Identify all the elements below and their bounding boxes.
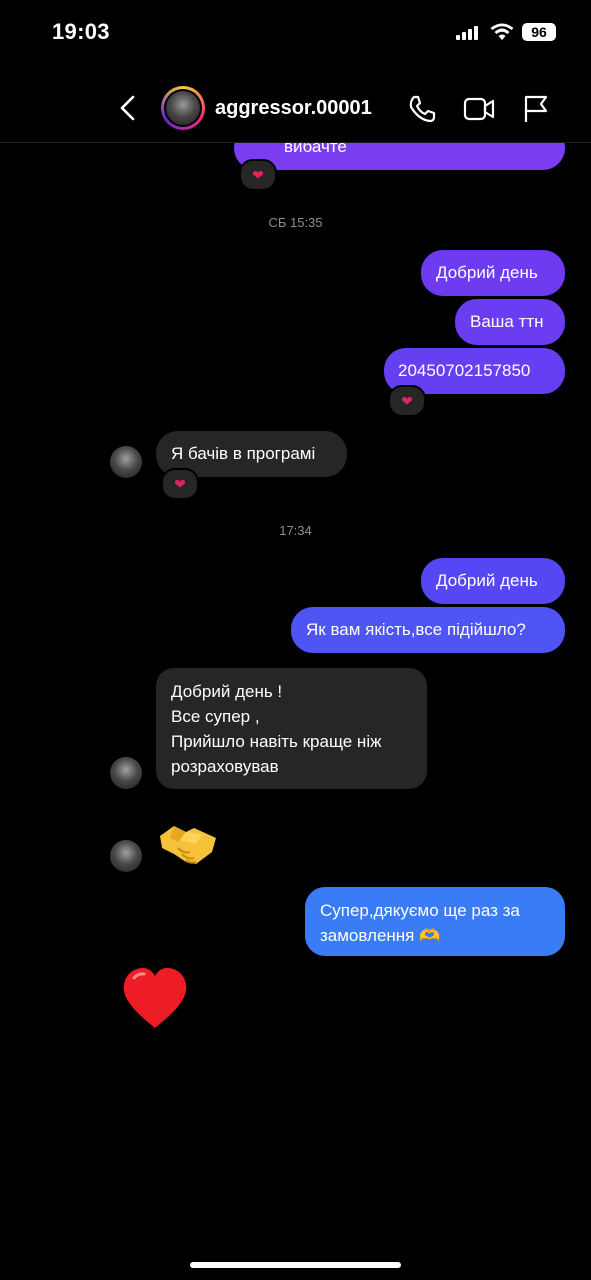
message-bubble-outgoing[interactable]: Як вам якість,все підійшло?	[291, 607, 565, 653]
back-chevron-icon[interactable]	[118, 94, 138, 122]
message-bubble-outgoing[interactable]: Супер,дякуємо ще раз за замовлення 🫶	[305, 887, 565, 956]
heart-reaction-icon[interactable]: ❤	[161, 468, 199, 500]
message-bubble-incoming[interactable]: Добрий день ! Все супер , Прийшло навіть…	[156, 668, 427, 789]
heart-reaction-icon[interactable]: ❤	[239, 159, 277, 191]
timestamp: 17:34	[279, 523, 312, 538]
timestamp: СБ 15:35	[268, 215, 323, 230]
chat-thread[interactable]: вибачте ❤ СБ 15:35 Добрий день Ваша ттн …	[0, 0, 591, 1280]
avatar[interactable]	[110, 757, 142, 789]
heart-reaction-icon[interactable]: ❤	[388, 385, 426, 417]
handshake-icon[interactable]	[156, 818, 220, 868]
avatar[interactable]	[110, 446, 142, 478]
message-bubble-outgoing[interactable]: Добрий день	[421, 558, 565, 604]
message-bubble-outgoing[interactable]: Добрий день	[421, 250, 565, 296]
avatar[interactable]	[161, 86, 205, 130]
chat-header: aggressor.00001	[0, 64, 591, 143]
heart-icon[interactable]	[120, 964, 190, 1034]
username[interactable]: aggressor.00001	[215, 97, 372, 120]
phone-icon[interactable]	[407, 94, 437, 124]
message-bubble-outgoing[interactable]: Ваша ттн	[455, 299, 565, 345]
home-indicator[interactable]	[190, 1262, 401, 1268]
avatar[interactable]	[110, 840, 142, 872]
video-icon[interactable]	[463, 94, 495, 124]
flag-icon[interactable]	[522, 94, 550, 124]
